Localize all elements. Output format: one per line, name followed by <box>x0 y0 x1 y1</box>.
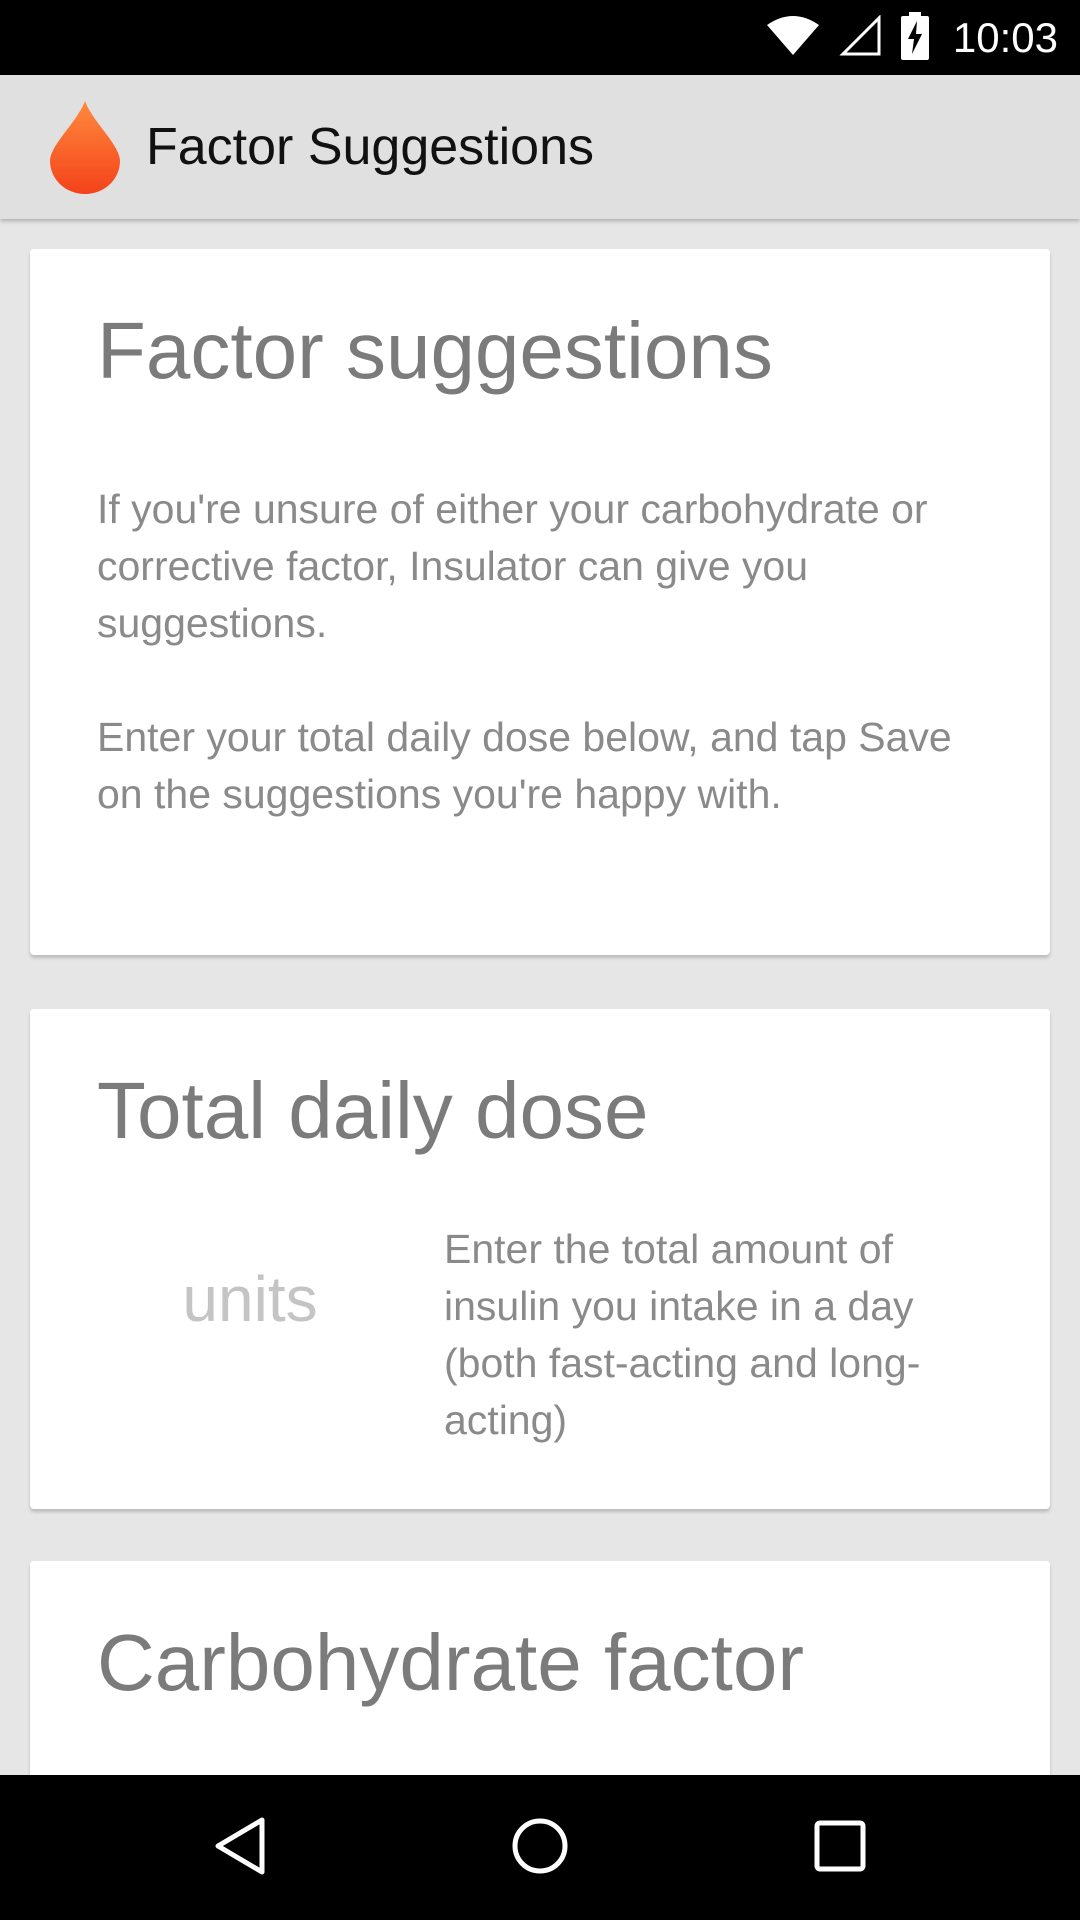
intro-paragraph-1: If you're unsure of either your carbohyd… <box>97 486 928 646</box>
status-icons: 10:03 <box>765 0 1058 75</box>
intro-paragraph-2: Enter your total daily dose below, and t… <box>97 714 952 817</box>
home-icon <box>510 1816 570 1880</box>
signal-icon <box>839 13 883 61</box>
battery-charging-icon <box>900 11 929 64</box>
navigation-bar <box>0 1775 1080 1920</box>
status-bar: 10:03 <box>0 0 1080 75</box>
recents-button[interactable] <box>760 1775 920 1920</box>
status-time: 10:03 <box>952 13 1058 61</box>
content-scroll[interactable]: Factor suggestions If you're unsure of e… <box>0 219 1080 1775</box>
total-daily-dose-card: Total daily dose Enter the total amount … <box>30 1009 1050 1509</box>
carb-card-title: Carbohydrate factor <box>97 1618 805 1707</box>
dose-card-title: Total daily dose <box>97 1066 649 1155</box>
blood-drop-icon <box>48 99 122 195</box>
dose-hint: Enter the total amount of insulin you in… <box>444 1226 921 1443</box>
recents-icon <box>814 1820 866 1876</box>
carbohydrate-factor-card: Carbohydrate factor <box>30 1561 1050 1775</box>
intro-card-title: Factor suggestions <box>97 306 773 395</box>
app-title: Factor Suggestions <box>146 118 595 176</box>
home-button[interactable] <box>460 1775 620 1920</box>
app-bar: Factor Suggestions <box>0 75 1080 219</box>
total-daily-dose-input[interactable] <box>110 1209 390 1389</box>
wifi-icon <box>765 15 821 61</box>
intro-card: Factor suggestions If you're unsure of e… <box>30 249 1050 955</box>
back-icon <box>212 1816 268 1880</box>
back-button[interactable] <box>160 1775 320 1920</box>
